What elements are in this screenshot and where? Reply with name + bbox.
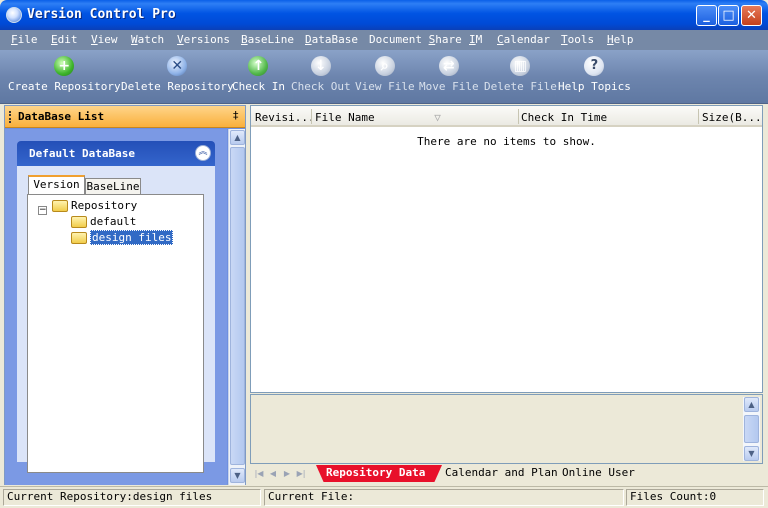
status-current-repository: Current Repository:design files [3, 489, 261, 506]
toolbar: + Create Repository ✕ Delete Repository … [0, 50, 768, 104]
scroll-down-icon[interactable]: ▼ [744, 446, 759, 461]
menu-tools[interactable]: Tools [561, 33, 594, 46]
menu-edit[interactable]: Edit [51, 33, 78, 46]
view-file-icon: ⌕ [374, 56, 395, 76]
database-body: BaseLine Version − Repository default de… [17, 166, 215, 473]
add-icon: + [54, 56, 75, 76]
file-grid: Revisi... File Name ▽ Check In Time Size… [250, 105, 763, 393]
menu-im[interactable]: IM [469, 33, 482, 46]
menu-file[interactable]: File [11, 33, 38, 46]
column-divider[interactable] [518, 109, 519, 124]
tree-item-repository[interactable]: Repository [52, 199, 137, 215]
menu-versions[interactable]: Versions [177, 33, 230, 46]
column-size[interactable]: Size(B... [702, 111, 760, 124]
menu-baseline[interactable]: BaseLine [241, 33, 294, 46]
last-tab-icon[interactable]: ▶| [296, 467, 306, 480]
scroll-thumb[interactable] [230, 147, 245, 465]
tab-repository-data[interactable]: Repository Data [326, 465, 425, 482]
delete-file-button[interactable]: ▥ Delete File [484, 56, 557, 93]
column-divider[interactable] [311, 109, 312, 124]
menu-view[interactable]: View [91, 33, 118, 46]
check-out-button[interactable]: ↓ Check Out [291, 56, 351, 93]
scroll-up-icon[interactable]: ▲ [744, 397, 759, 412]
grip-icon[interactable] [9, 111, 12, 123]
status-files-count: Files Count:0 [626, 489, 764, 506]
empty-message: There are no items to show. [417, 135, 596, 148]
maximize-button[interactable]: □ [718, 5, 739, 26]
column-file-name[interactable]: File Name ▽ [315, 111, 515, 124]
delete-icon: ✕ [167, 56, 188, 76]
database-list-panel: DataBase List ‡ Default DataBase ︽ BaseL… [4, 105, 246, 485]
delete-file-icon: ▥ [510, 56, 531, 76]
repository-tree: − Repository default design files [27, 194, 204, 473]
tree-item-default[interactable]: default [71, 215, 136, 231]
sheet-tabs: |◀ ◀ ▶ ▶| Repository Data Calendar and P… [250, 464, 763, 484]
collapse-icon[interactable]: ︽ [195, 145, 211, 161]
help-icon: ? [584, 56, 605, 76]
scroll-down-icon[interactable]: ▼ [230, 468, 245, 483]
first-tab-icon[interactable]: |◀ [254, 467, 264, 480]
tab-calendar-and-plan[interactable]: Calendar and Plan [445, 465, 558, 482]
check-in-button[interactable]: ↑ Check In [232, 56, 285, 93]
status-bar: Current Repository:design files Current … [0, 486, 768, 508]
tab-version[interactable]: Version [28, 175, 85, 195]
panel-title: DataBase List [18, 110, 105, 123]
status-current-file: Current File: [264, 489, 624, 506]
window-title: Version Control Pro [27, 7, 176, 22]
folder-open-icon [71, 232, 87, 244]
sort-icon: ▽ [434, 111, 441, 124]
view-file-button[interactable]: ⌕ View File [355, 56, 415, 93]
check-in-icon: ↑ [248, 56, 269, 76]
folder-icon [52, 200, 68, 212]
minimize-button[interactable]: _ [696, 5, 717, 26]
detail-scrollbar[interactable]: ▲ ▼ [743, 397, 760, 461]
column-revision[interactable]: Revisi... [255, 111, 311, 124]
menu-calendar[interactable]: Calendar [497, 33, 550, 46]
close-button[interactable]: ✕ [741, 5, 762, 26]
tab-online-user[interactable]: Online User [562, 465, 635, 482]
prev-tab-icon[interactable]: ◀ [268, 467, 278, 480]
menu-watch[interactable]: Watch [131, 33, 164, 46]
left-panel-scrollbar[interactable]: ▲ ▼ [228, 129, 245, 485]
detail-area: ▲ ▼ [250, 394, 763, 464]
next-tab-icon[interactable]: ▶ [282, 467, 292, 480]
create-repository-button[interactable]: + Create Repository [8, 56, 121, 93]
database-area: Default DataBase ︽ BaseLine Version − Re… [5, 129, 227, 485]
scroll-thumb[interactable] [744, 415, 759, 443]
move-file-icon: ⇄ [438, 56, 459, 76]
scroll-up-icon[interactable]: ▲ [230, 130, 245, 145]
title-bar[interactable]: Version Control Pro _ □ ✕ [0, 0, 768, 30]
tab-baseline[interactable]: BaseLine [85, 178, 141, 195]
delete-repository-button[interactable]: ✕ Delete Repository [121, 56, 234, 93]
collapse-tree-icon[interactable]: − [38, 206, 47, 215]
folder-icon [71, 216, 87, 228]
app-icon [6, 7, 22, 23]
column-divider[interactable] [698, 109, 699, 124]
move-file-button[interactable]: ⇄ Move File [419, 56, 479, 93]
grid-header: Revisi... File Name ▽ Check In Time Size… [251, 106, 762, 127]
panel-header: DataBase List ‡ [5, 106, 245, 128]
menu-database[interactable]: DataBase [305, 33, 358, 46]
menu-bar: File Edit View Watch Versions BaseLine D… [0, 30, 768, 50]
menu-help[interactable]: Help [607, 33, 634, 46]
pin-icon[interactable]: ‡ [232, 109, 239, 122]
help-topics-button[interactable]: ? Help Topics [558, 56, 631, 93]
check-out-icon: ↓ [310, 56, 331, 76]
database-title: Default DataBase [29, 147, 135, 160]
tree-item-design-files[interactable]: design files [71, 230, 174, 247]
menu-document-share[interactable]: Document Share [369, 33, 462, 46]
column-check-in-time[interactable]: Check In Time [521, 111, 696, 124]
database-header[interactable]: Default DataBase ︽ [17, 141, 215, 166]
